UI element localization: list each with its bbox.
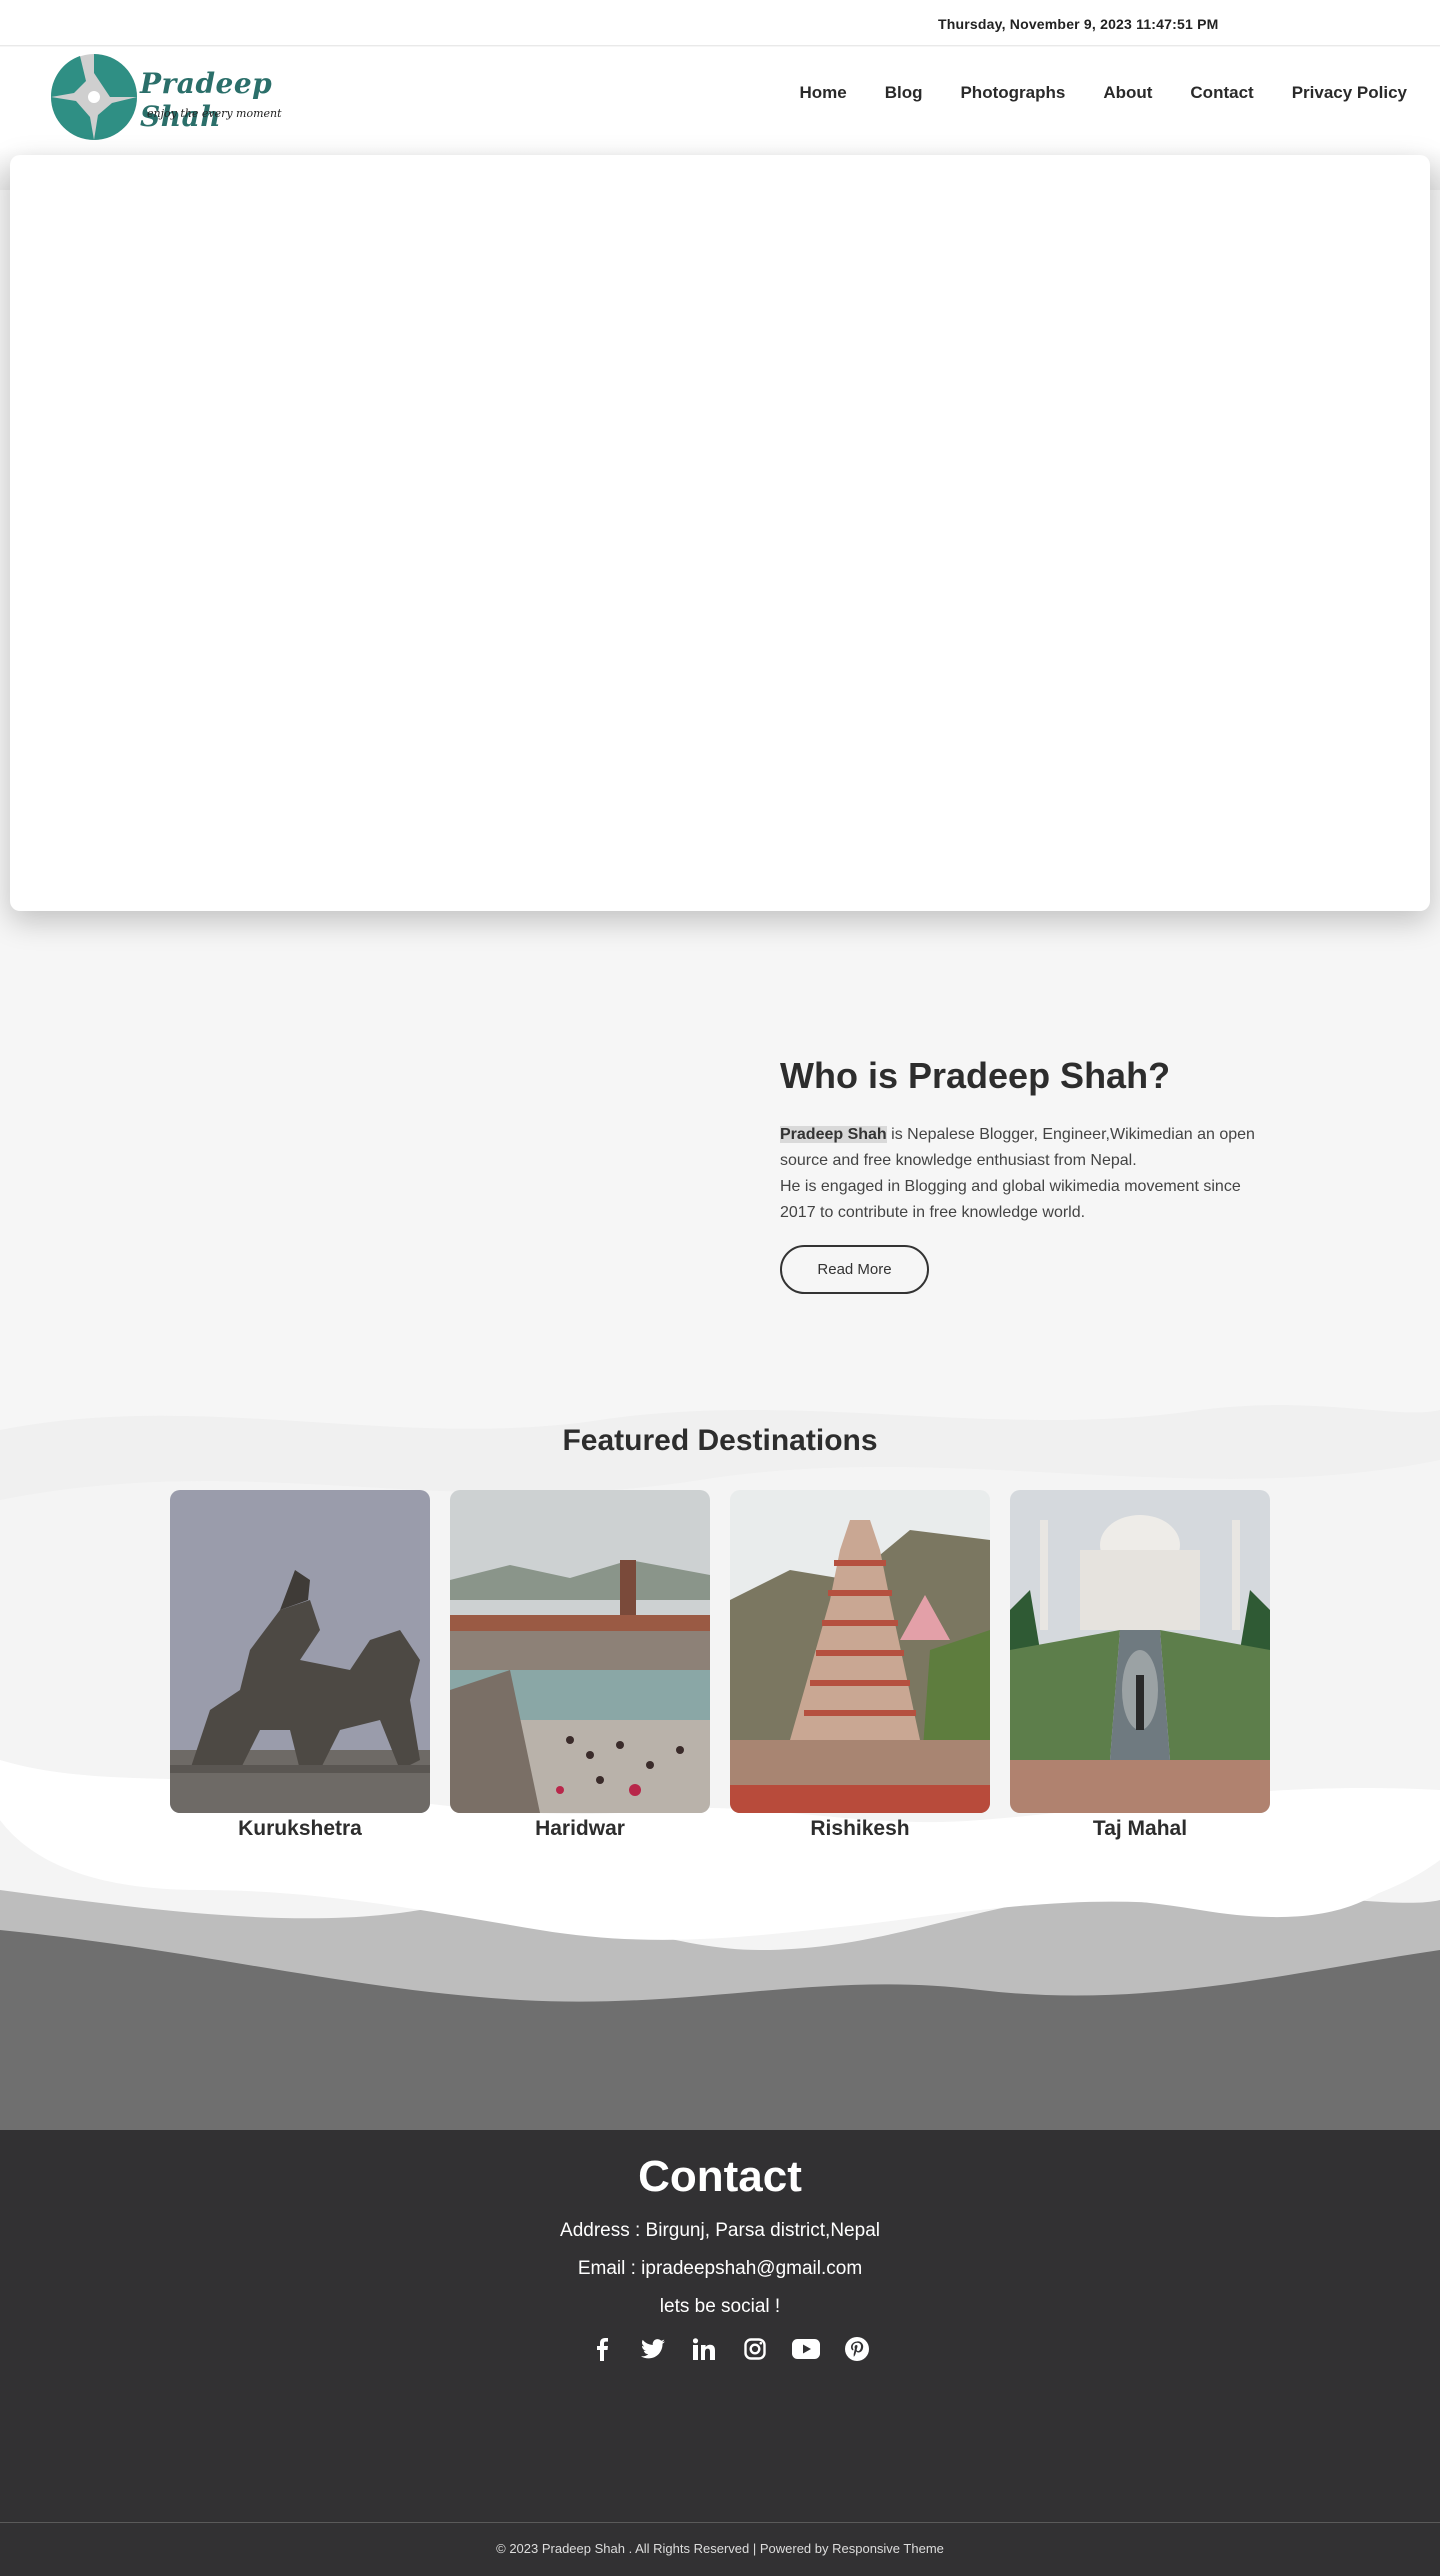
about-name-highlight: Pradeep Shah [780,1126,887,1143]
youtube-icon[interactable] [780,2333,831,2365]
linkedin-icon[interactable] [678,2333,729,2365]
kurukshetra-photo[interactable] [170,1490,430,1813]
copyright-text: © 2023 Pradeep Shah . All Rights Reserve… [496,2541,833,2556]
rishikesh-photo[interactable] [730,1490,990,1813]
about-title: Who is Pradeep Shah? [780,1055,1171,1096]
about-text-line-2: He is engaged in Blogging and global wik… [780,1178,1241,1221]
nav-about[interactable]: About [1103,83,1152,103]
nav-privacy-policy[interactable]: Privacy Policy [1292,83,1407,103]
haridwar-photo[interactable] [450,1490,710,1813]
destination-name[interactable]: Taj Mahal [1010,1817,1270,1841]
logo-tagline: enjoy the every moment [147,107,282,120]
destination-name[interactable]: Haridwar [450,1817,710,1841]
about-description: Pradeep Shah is Nepalese Blogger, Engine… [780,1122,1270,1226]
site-logo[interactable]: Pradeep Shah enjoy the every moment [50,53,310,143]
main-nav: Home Blog Photographs About Contact Priv… [761,83,1407,103]
theme-link[interactable]: Responsive Theme [832,2541,944,2556]
nav-home[interactable]: Home [799,83,846,103]
destination-card-rishikesh[interactable]: Rishikesh [730,1490,990,1841]
footer-divider [0,2522,1440,2523]
destination-card-taj-mahal[interactable]: Taj Mahal [1010,1490,1270,1841]
copyright: © 2023 Pradeep Shah . All Rights Reserve… [0,2541,1440,2556]
contact-email[interactable]: Email : ipradeepshah@gmail.com [0,2258,1440,2280]
hero-slider [10,155,1430,911]
featured-destinations-title: Featured Destinations [562,1424,878,1457]
destination-card-kurukshetra[interactable]: Kurukshetra [170,1490,430,1841]
top-bar: Thursday, November 9, 2023 11:47:51 PM [0,0,1440,46]
contact-title: Contact [638,2152,802,2201]
taj-mahal-photo[interactable] [1010,1490,1270,1813]
read-more-button[interactable]: Read More [780,1245,929,1294]
nav-photographs[interactable]: Photographs [960,83,1065,103]
facebook-icon[interactable] [576,2333,627,2365]
instagram-icon[interactable] [729,2333,780,2365]
logo-title: Pradeep Shah [140,67,273,133]
social-label: lets be social ! [659,2296,781,2317]
current-datetime: Thursday, November 9, 2023 11:47:51 PM [938,16,1219,32]
destination-name[interactable]: Rishikesh [730,1817,990,1841]
destination-card-haridwar[interactable]: Haridwar [450,1490,710,1841]
pinterest-icon[interactable] [831,2333,882,2365]
social-links [576,2333,882,2365]
destination-name[interactable]: Kurukshetra [170,1817,430,1841]
logo-aperture-icon [50,54,137,140]
twitter-icon[interactable] [627,2333,678,2365]
nav-contact[interactable]: Contact [1190,83,1253,103]
nav-blog[interactable]: Blog [885,83,923,103]
contact-address: Address : Birgunj, Parsa district,Nepal [560,2220,880,2241]
